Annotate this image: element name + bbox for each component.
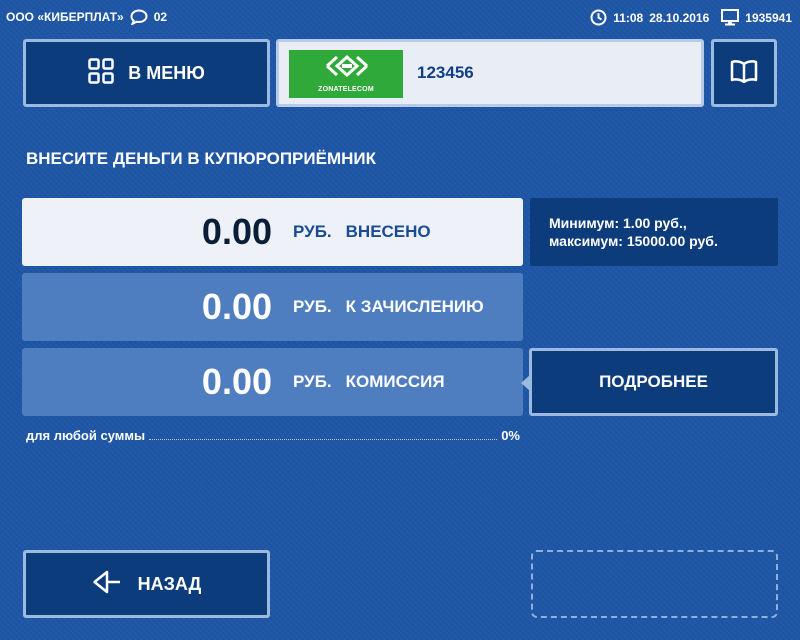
menu-button-label: В МЕНЮ bbox=[128, 62, 205, 83]
deposited-row: 0.00 РУБ. ВНЕСЕНО bbox=[22, 198, 523, 266]
fee-amount: 0.00 bbox=[201, 361, 272, 402]
limit-min: Минимум: 1.00 руб., bbox=[549, 215, 687, 231]
account-number: 123456 bbox=[417, 63, 474, 82]
credit-row: 0.00 РУБ. К ЗАЧИСЛЕНИЮ bbox=[22, 273, 523, 341]
provider-logo: ZONATELECOM bbox=[289, 50, 403, 98]
status-bar-right: 11:08 28.10.2016 1935941 bbox=[590, 9, 792, 26]
book-button[interactable] bbox=[711, 39, 777, 107]
fee-row: 0.00 РУБ. КОМИССИЯ bbox=[22, 348, 523, 416]
limits-info: Минимум: 1.00 руб., максимум: 15000.00 р… bbox=[530, 198, 778, 266]
menu-button[interactable]: В МЕНЮ bbox=[23, 39, 270, 107]
messages-count: 02 bbox=[153, 10, 168, 24]
credit-amount: 0.00 bbox=[201, 286, 272, 327]
zonatelecom-logo-icon bbox=[325, 55, 369, 77]
page-title: ВНЕСИТЕ ДЕНЬГИ В КУПЮРОПРИЁМНИК bbox=[26, 149, 377, 168]
back-arrow-icon bbox=[92, 569, 122, 600]
status-date: 28.10.2016 bbox=[649, 10, 710, 25]
terminal-id: 1935941 bbox=[745, 10, 792, 25]
book-icon bbox=[730, 59, 758, 88]
company-name: ООО «КИБЕРПЛАТ» bbox=[6, 10, 124, 24]
fee-info-value: 0% bbox=[501, 428, 520, 443]
grid-icon bbox=[88, 57, 114, 89]
clock-icon bbox=[590, 9, 607, 26]
fee-label: КОМИССИЯ bbox=[345, 372, 445, 391]
back-button[interactable]: НАЗАД bbox=[23, 550, 270, 618]
fee-info-line: для любой суммы 0% bbox=[26, 428, 520, 443]
chat-bubble-icon bbox=[130, 9, 148, 25]
details-button-label: ПОДРОБНЕЕ bbox=[599, 372, 708, 391]
provider-panel: ZONATELECOM 123456 bbox=[276, 39, 704, 107]
status-bar-left: ООО «КИБЕРПЛАТ» 02 bbox=[6, 9, 167, 25]
deposited-currency: РУБ. bbox=[293, 222, 332, 241]
details-button[interactable]: ПОДРОБНЕЕ bbox=[529, 348, 778, 416]
dotted-leader bbox=[149, 439, 498, 440]
fee-currency: РУБ. bbox=[293, 372, 332, 391]
deposited-label: ВНЕСЕНО bbox=[345, 222, 431, 241]
back-button-label: НАЗАД bbox=[137, 573, 202, 594]
credit-currency: РУБ. bbox=[293, 297, 332, 316]
provider-logo-text: ZONATELECOM bbox=[318, 86, 374, 93]
status-time: 11:08 bbox=[613, 10, 644, 25]
deposited-amount: 0.00 bbox=[201, 211, 272, 252]
monitor-icon bbox=[721, 9, 740, 26]
credit-label: К ЗАЧИСЛЕНИЮ bbox=[345, 297, 484, 316]
fee-info-label: для любой суммы bbox=[26, 428, 146, 443]
empty-button-slot bbox=[531, 550, 778, 618]
limit-max: максимум: 15000.00 руб. bbox=[549, 233, 718, 249]
